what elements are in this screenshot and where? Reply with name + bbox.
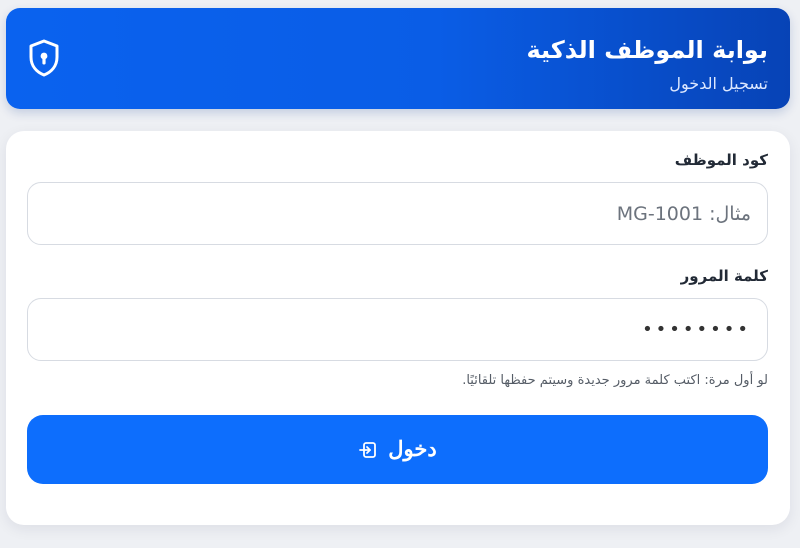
login-button-label: دخول (388, 437, 437, 461)
login-page: بوابة الموظف الذكية تسجيل الدخول كود الم… (0, 0, 800, 548)
login-icon (359, 441, 377, 458)
password-input[interactable] (27, 298, 768, 361)
first-time-hint: لو أول مرة: اكتب كلمة مرور جديدة وسيتم ح… (462, 373, 768, 388)
login-button[interactable]: دخول (27, 415, 768, 484)
page-title: بوابة الموظف الذكية (526, 36, 768, 64)
employee-code-input[interactable] (27, 182, 768, 245)
page-subtitle: تسجيل الدخول (669, 74, 768, 93)
password-label: كلمة المرور (680, 267, 768, 285)
shield-lock-icon (29, 39, 59, 77)
login-form-card: كود الموظف كلمة المرور لو أول مرة: اكتب … (6, 131, 790, 525)
employee-code-label: كود الموظف (674, 151, 768, 169)
header-banner: بوابة الموظف الذكية تسجيل الدخول (6, 8, 790, 109)
